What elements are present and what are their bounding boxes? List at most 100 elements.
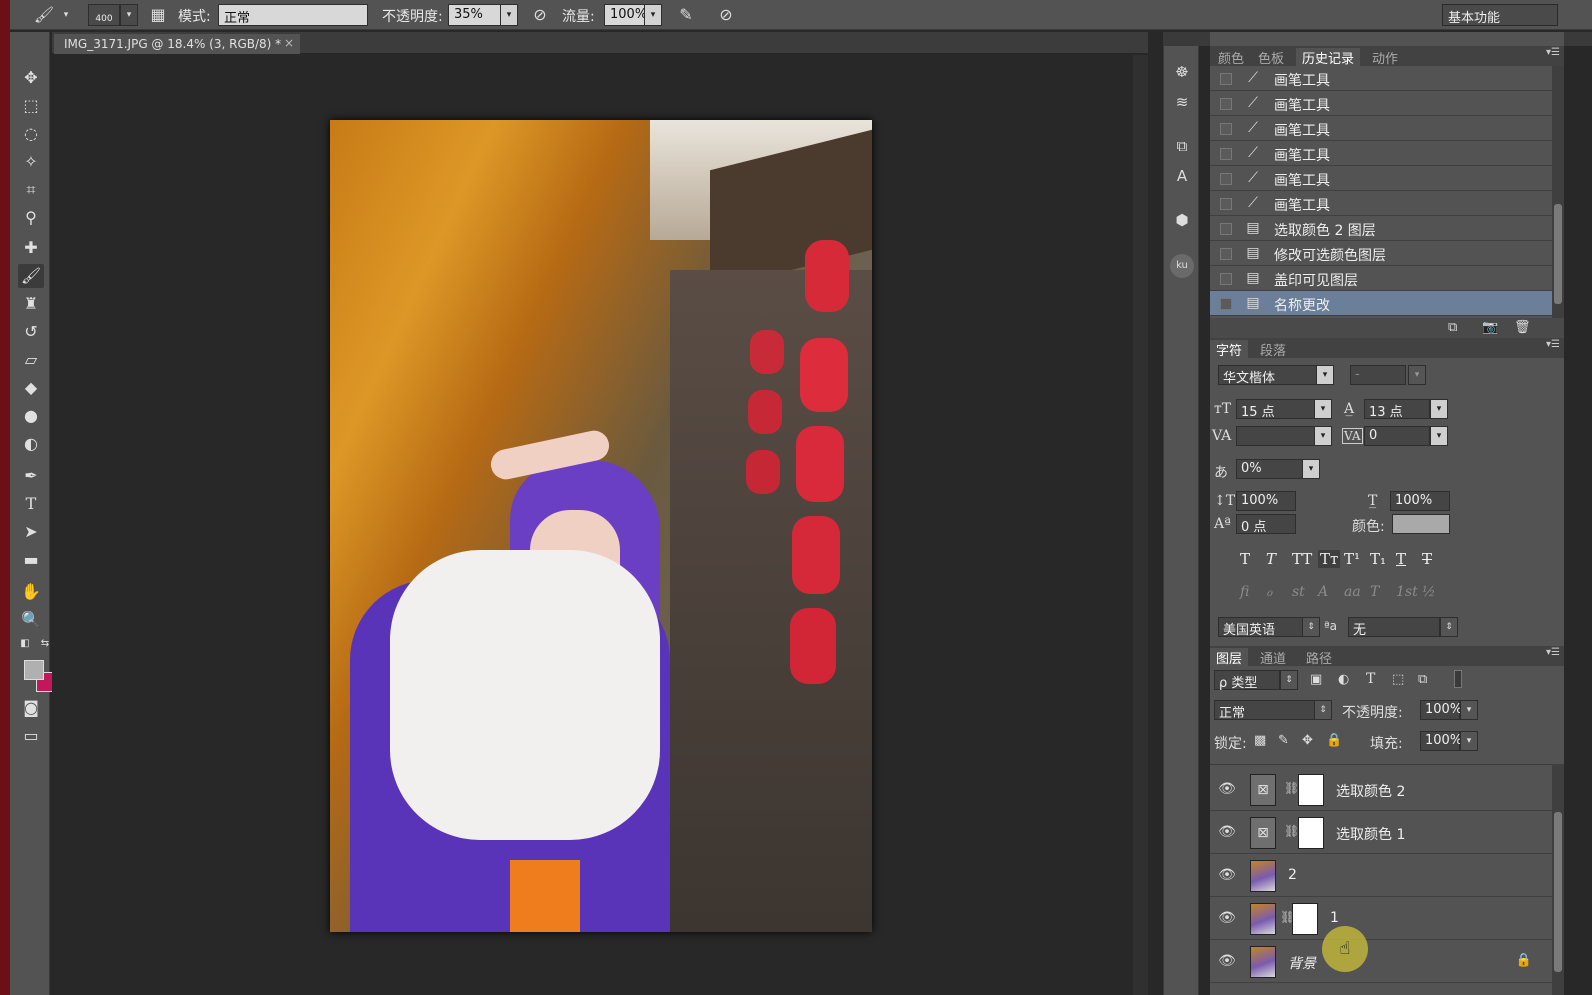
tsume-arrow[interactable]: ▾ xyxy=(1302,459,1320,479)
layer-thumbnail[interactable] xyxy=(1250,903,1276,935)
brush-tool-icon[interactable]: 🖌 xyxy=(18,264,44,288)
baseline-shift-input[interactable]: 0 点 xyxy=(1236,514,1296,535)
underline-button[interactable]: T xyxy=(1396,550,1406,568)
flow-input[interactable]: 100% xyxy=(604,4,647,26)
faux-italic-button[interactable]: T xyxy=(1266,550,1276,568)
history-source-checkbox[interactable] xyxy=(1220,298,1232,310)
titling-alternates-button[interactable]: T xyxy=(1370,584,1379,600)
kerning-input[interactable] xyxy=(1236,426,1318,446)
new-snapshot-icon[interactable]: 📷 xyxy=(1482,320,1498,335)
font-size-input[interactable]: 15 点 xyxy=(1236,399,1318,420)
panel-menu-icon[interactable]: ▾☰ xyxy=(1546,647,1560,658)
leading-arrow[interactable]: ▾ xyxy=(1430,399,1448,419)
eyedropper-tool-icon[interactable]: ⚲ xyxy=(18,206,44,230)
opacity-input[interactable]: 35% xyxy=(448,4,502,26)
history-state[interactable]: ▤ 盖印可见图层 xyxy=(1210,266,1552,291)
layer-filter-kind-select[interactable]: ρ 类型 xyxy=(1214,670,1280,691)
tab-channels[interactable]: 通道 xyxy=(1260,648,1286,667)
history-source-checkbox[interactable] xyxy=(1220,73,1232,85)
ordinals-button[interactable]: 1st xyxy=(1396,584,1418,600)
layer-opacity-input[interactable]: 100% xyxy=(1420,700,1462,720)
ligatures-button[interactable]: fi xyxy=(1240,584,1249,600)
history-source-checkbox[interactable] xyxy=(1220,98,1232,110)
font-family-select[interactable]: 华文楷体 xyxy=(1218,365,1322,386)
layer-visibility-eye-icon[interactable]: 👁 xyxy=(1218,781,1236,799)
zoom-tool-icon[interactable]: 🔍 xyxy=(18,608,44,632)
tab-layers[interactable]: 图层 xyxy=(1210,648,1249,667)
pressure-opacity-icon[interactable]: ⊘ xyxy=(528,4,552,26)
stylistic-alternates-button[interactable]: aa xyxy=(1344,584,1361,600)
history-source-checkbox[interactable] xyxy=(1220,123,1232,135)
clone-stamp-tool-icon[interactable]: ♜ xyxy=(18,292,44,316)
lasso-tool-icon[interactable]: ◌ xyxy=(18,122,44,146)
crop-tool-icon[interactable]: ⌗ xyxy=(18,178,44,202)
filter-type-icon[interactable]: T xyxy=(1366,671,1375,687)
small-caps-button[interactable]: Tт xyxy=(1318,550,1341,568)
history-source-checkbox[interactable] xyxy=(1220,273,1232,285)
pen-tool-icon[interactable]: ✒ xyxy=(18,464,44,488)
screen-mode-icon[interactable]: ▭ xyxy=(18,724,44,748)
layer-blend-mode-arrow[interactable]: ⇕ xyxy=(1314,700,1332,720)
font-style-select[interactable]: - xyxy=(1350,365,1406,385)
text-color-swatch[interactable] xyxy=(1392,514,1450,534)
pressure-size-icon[interactable]: ⊘ xyxy=(714,4,738,26)
brush-panel-toggle-icon[interactable]: ▦ xyxy=(146,4,170,26)
eraser-tool-icon[interactable]: ▱ xyxy=(18,348,44,372)
contextual-alternates-button[interactable]: ℴ xyxy=(1266,584,1272,600)
delete-state-icon[interactable]: 🗑 xyxy=(1514,320,1531,335)
dodge-tool-icon[interactable]: ◐ xyxy=(18,432,44,456)
tracking-arrow[interactable]: ▾ xyxy=(1430,426,1448,446)
history-source-checkbox[interactable] xyxy=(1220,148,1232,160)
tab-actions[interactable]: 动作 xyxy=(1372,48,1398,67)
layer-visibility-eye-icon[interactable]: 👁 xyxy=(1218,867,1236,885)
opacity-slider-arrow[interactable]: ▾ xyxy=(500,4,518,26)
font-family-arrow[interactable]: ▾ xyxy=(1316,365,1334,385)
marquee-tool-icon[interactable]: ⬚ xyxy=(18,94,44,118)
layer-visibility-eye-icon[interactable]: 👁 xyxy=(1218,953,1236,971)
quick-selection-tool-icon[interactable]: ✧ xyxy=(18,150,44,174)
strikethrough-button[interactable]: T xyxy=(1422,550,1432,568)
horizontal-scale-input[interactable]: 100% xyxy=(1390,491,1450,511)
lock-position-icon[interactable]: ✥ xyxy=(1302,733,1313,748)
flow-slider-arrow[interactable]: ▾ xyxy=(644,4,662,26)
panel-menu-icon[interactable]: ▾☰ xyxy=(1546,339,1560,350)
antialias-select[interactable]: 无 xyxy=(1348,617,1440,638)
lock-image-icon[interactable]: ✎ xyxy=(1278,733,1289,748)
tracking-input[interactable]: 0 xyxy=(1364,426,1430,446)
language-arrow[interactable]: ⇕ xyxy=(1302,617,1320,637)
layer-row[interactable]: 👁 ⛓ 1 xyxy=(1210,898,1552,940)
rectangle-tool-icon[interactable]: ▬ xyxy=(18,548,44,572)
history-state[interactable]: ▤ 修改可选颜色图层 xyxy=(1210,241,1552,266)
history-brush-tool-icon[interactable]: ↺ xyxy=(18,320,44,344)
layer-visibility-eye-icon[interactable]: 👁 xyxy=(1218,910,1236,928)
history-source-checkbox[interactable] xyxy=(1220,223,1232,235)
layer-row[interactable]: 👁 ⊠ ⛓ 选取颜色 2 xyxy=(1210,769,1552,811)
tab-color[interactable]: 颜色 xyxy=(1218,48,1244,67)
kerning-arrow[interactable]: ▾ xyxy=(1314,426,1332,446)
superscript-button[interactable]: T¹ xyxy=(1344,550,1360,568)
tab-paths[interactable]: 路径 xyxy=(1306,648,1332,667)
blur-tool-icon[interactable]: ● xyxy=(18,404,44,428)
history-state[interactable]: ⟋ 画笔工具 xyxy=(1210,66,1552,91)
document-image[interactable] xyxy=(330,120,872,932)
document-tab[interactable]: IMG_3171.JPG @ 18.4% (3, RGB/8) * × xyxy=(54,34,300,54)
adjustment-thumbnail-icon[interactable]: ⊠ xyxy=(1250,817,1276,849)
antialias-arrow[interactable]: ⇕ xyxy=(1440,617,1458,637)
character-styles-icon[interactable]: A xyxy=(1170,164,1194,188)
airbrush-icon[interactable]: ✎ xyxy=(674,4,698,26)
fill-input[interactable]: 100% xyxy=(1420,731,1462,751)
quick-mask-icon[interactable]: ◙ xyxy=(18,696,44,720)
hand-tool-icon[interactable]: ✋ xyxy=(18,580,44,604)
filter-pixel-icon[interactable]: ▣ xyxy=(1310,672,1322,687)
mask-link-icon[interactable]: ⛓ xyxy=(1284,824,1299,838)
filter-smart-object-icon[interactable]: ⧉ xyxy=(1418,672,1427,687)
history-state[interactable]: ⟋ 画笔工具 xyxy=(1210,191,1552,216)
blend-mode-select[interactable]: 正常 xyxy=(218,4,368,26)
brush-picker-arrow[interactable]: ▾ xyxy=(120,4,138,26)
discretionary-ligatures-button[interactable]: st xyxy=(1292,584,1305,600)
swash-button[interactable]: A xyxy=(1318,584,1328,600)
tab-character[interactable]: 字符 xyxy=(1210,340,1249,359)
faux-bold-button[interactable]: T xyxy=(1240,550,1250,568)
layer-opacity-arrow[interactable]: ▾ xyxy=(1460,700,1478,720)
tab-swatches[interactable]: 色板 xyxy=(1258,48,1284,67)
